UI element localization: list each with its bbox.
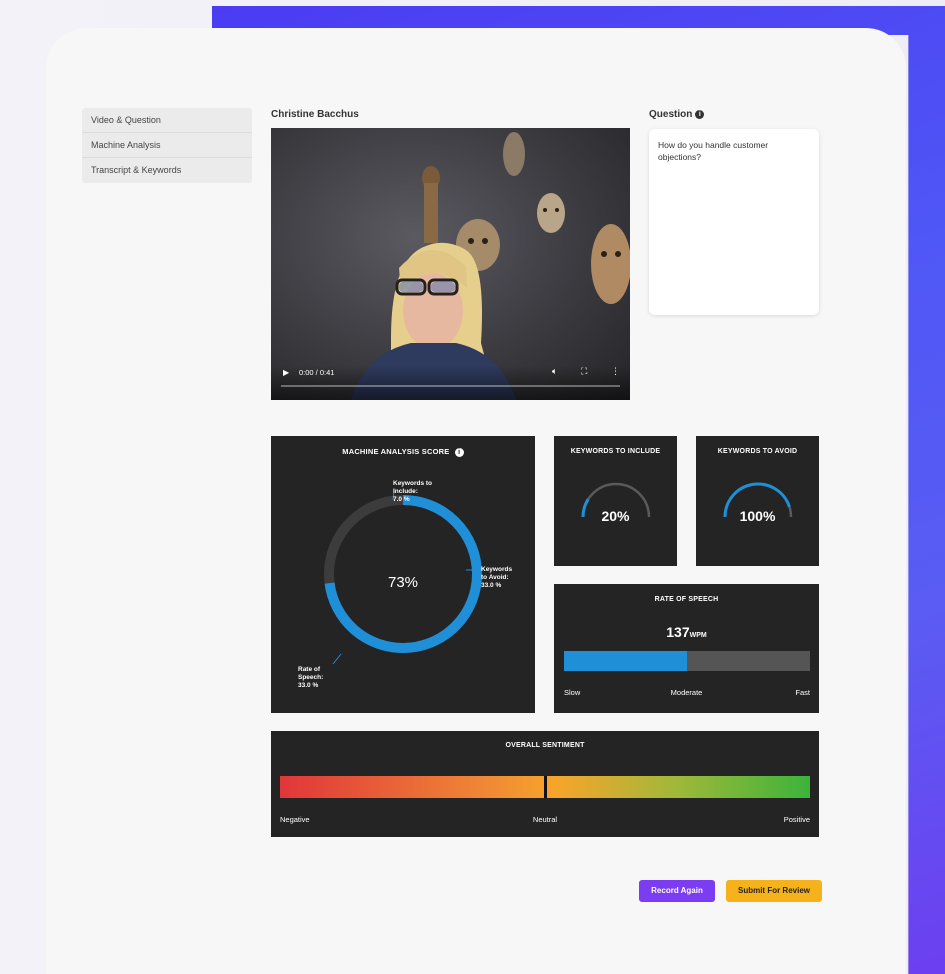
question-label-text: Question [649, 109, 693, 120]
video-time: 0:00 / 0:41 [299, 368, 335, 377]
sentiment-panel: OVERALL SENTIMENT Negative Neutral Posit… [271, 731, 819, 837]
score-value: 73% [387, 574, 419, 591]
keywords-include-gauge [581, 482, 651, 518]
speech-scale-moderate: Moderate [670, 688, 703, 697]
keywords-avoid-gauge [723, 482, 793, 518]
video-player[interactable]: ▶ 0:00 / 0:41 🔈︎ ⛶ ⋮ [271, 128, 630, 400]
segment-label-avoid: Keywords to Avoid: 33.0 % [481, 566, 519, 590]
speech-bar-track [564, 651, 810, 671]
wpm-unit: WPM [689, 632, 707, 639]
keywords-include-panel: KEYWORDS TO INCLUDE 20% [554, 436, 677, 566]
play-icon[interactable]: ▶ [283, 368, 289, 377]
segment-avoid-name: Keywords to Avoid: [481, 566, 513, 581]
segment-label-speech: Rate of Speech: 33.0 % [298, 666, 330, 690]
speech-bar-fill [564, 651, 687, 671]
sentiment-marker [544, 776, 547, 798]
sidebar-item-transcript-keywords[interactable]: Transcript & Keywords [82, 158, 252, 183]
info-icon[interactable]: i [695, 109, 705, 119]
rate-of-speech-title: RATE OF SPEECH [654, 596, 719, 603]
keywords-avoid-value: 100% [739, 508, 776, 524]
video-progress-bar[interactable] [281, 385, 620, 387]
question-text: How do you handle customer objections? [658, 140, 769, 162]
segment-include-name: Keywords to Include: [393, 480, 433, 495]
machine-analysis-panel: MACHINE ANALYSIS SCORE i 73% Keywords to… [271, 436, 535, 713]
segment-speech-value: 33.0 % [298, 682, 319, 689]
sentiment-gradient-bar [280, 776, 810, 798]
more-options-icon[interactable]: ⋮ [611, 366, 620, 377]
question-label: Question i [649, 109, 705, 120]
volume-icon[interactable]: 🔈︎ [552, 366, 557, 377]
video-frame [351, 132, 630, 400]
keywords-include-value: 20% [601, 508, 630, 524]
sentiment-scale-positive: Positive [783, 815, 810, 824]
wpm-readout: 137WPM [554, 624, 819, 642]
segment-label-include: Keywords to Include: 7.0 % [393, 480, 433, 504]
submit-for-review-button[interactable]: Submit For Review [726, 880, 822, 902]
sentiment-title: OVERALL SENTIMENT [505, 742, 585, 749]
sentiment-scale-neutral: Neutral [532, 815, 558, 824]
sidebar-item-machine-analysis[interactable]: Machine Analysis [82, 133, 252, 158]
segment-speech-name: Rate of Speech: [298, 666, 324, 681]
rate-of-speech-panel: RATE OF SPEECH 137WPM Slow Moderate Fast [554, 584, 819, 713]
question-box: How do you handle customer objections? [649, 129, 819, 315]
keywords-avoid-panel: KEYWORDS TO AVOID 100% [696, 436, 819, 566]
record-again-button[interactable]: Record Again [639, 880, 715, 902]
segment-avoid-value: 33.0 % [481, 582, 502, 589]
fullscreen-icon[interactable]: ⛶ [581, 366, 587, 377]
sidebar-item-video-question[interactable]: Video & Question [82, 108, 252, 133]
video-controls: ▶ 0:00 / 0:41 🔈︎ ⛶ ⋮ [271, 366, 630, 400]
candidate-name: Christine Bacchus [271, 109, 359, 120]
wpm-value: 137 [666, 624, 690, 640]
segment-include-value: 7.0 % [393, 496, 410, 503]
speech-scale-fast: Fast [795, 688, 810, 697]
sidebar: Video & Question Machine Analysis Transc… [82, 108, 252, 183]
leader-line-speech [332, 653, 342, 665]
